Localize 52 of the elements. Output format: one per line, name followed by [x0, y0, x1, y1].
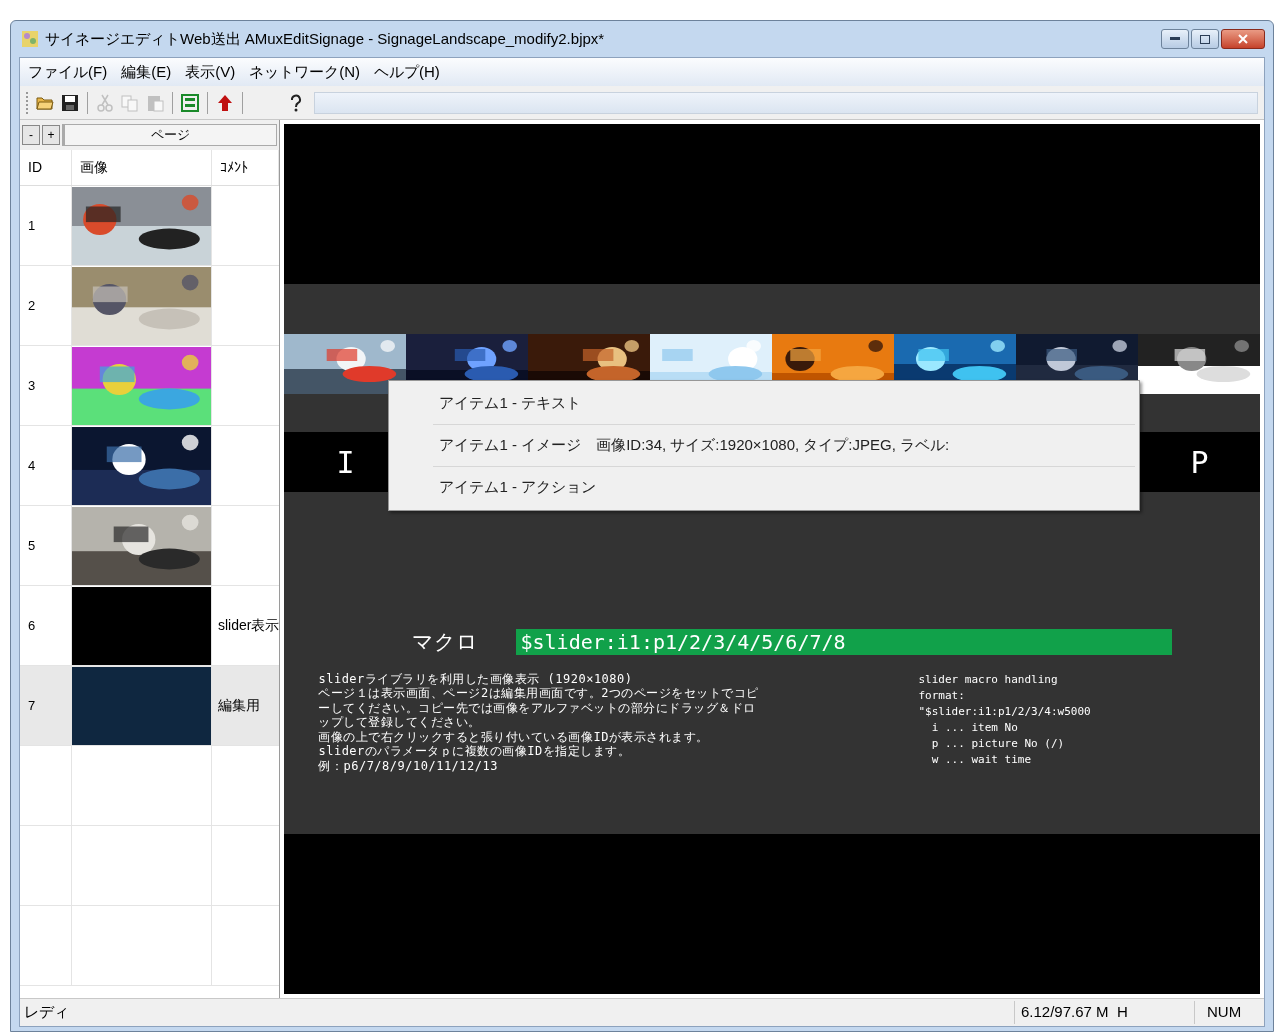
- layout-icon[interactable]: [180, 92, 200, 113]
- table-row[interactable]: 6 slider表示: [20, 586, 280, 666]
- minimize-button[interactable]: [1161, 29, 1189, 49]
- column-header[interactable]: 画像: [72, 150, 212, 185]
- close-button[interactable]: [1221, 29, 1265, 49]
- expand-button[interactable]: +: [42, 125, 60, 145]
- placeholder-letter: I: [336, 443, 355, 482]
- column-header[interactable]: ｺﾒﾝﾄ: [212, 150, 280, 185]
- table-row[interactable]: 4: [20, 426, 280, 506]
- macro-label: マクロ: [412, 629, 479, 655]
- context-menu-item[interactable]: アイテム1 - アクション: [389, 467, 1140, 508]
- placeholder-letter: P: [1190, 443, 1209, 482]
- memory-status: 6.12/97.67 M H: [1014, 1001, 1194, 1024]
- help-line: i ... item No: [930, 719, 1019, 736]
- menu-item[interactable]: 編集(E): [115, 60, 178, 84]
- panel-title: ページ: [62, 124, 278, 146]
- menu-item[interactable]: ファイル(F): [22, 60, 114, 84]
- description-line: sliderのパラメータｐに複数の画像IDを指定します。: [318, 744, 632, 759]
- help-line: p ... picture No (/): [930, 735, 1066, 752]
- comment-cell-text: 編集用: [218, 696, 260, 715]
- description-line: ページ１は表示画面、ページ2は編集用画面です。2つのページをセットでコピ: [318, 686, 760, 701]
- status-message: レディ: [23, 1002, 70, 1023]
- help-line: "$slider:i1:p1/2/3/4:w5000: [918, 703, 1091, 720]
- column-header[interactable]: ID: [20, 150, 72, 185]
- minimize-icon: [1170, 37, 1180, 41]
- maximize-button[interactable]: [1191, 29, 1219, 49]
- table-row[interactable]: 5: [20, 506, 280, 586]
- num-lock-status: NUM: [1194, 1001, 1264, 1024]
- maximize-icon: [1200, 34, 1210, 44]
- comment-cell-text: slider表示: [218, 616, 280, 635]
- table-row[interactable]: 7 編集用: [20, 666, 280, 746]
- help-line: format:: [918, 687, 966, 704]
- window-title: サイネージエディトWeb送出 AMuxEditSignage - SignageLandscape_modify2.bjpx*: [45, 28, 605, 49]
- table-row[interactable]: 3: [20, 346, 280, 426]
- table-row[interactable]: 1: [20, 186, 280, 266]
- menu-item[interactable]: 表示(V): [179, 60, 242, 84]
- table-row[interactable]: 2: [20, 266, 280, 346]
- description-line: ーしてください。コピー先では画像をアルファベットの部分にドラッグ＆ドロ: [318, 700, 757, 715]
- description-line: ップして登録してください。: [318, 715, 482, 730]
- help-line: slider macro handling: [918, 671, 1059, 688]
- close-icon: [1238, 34, 1248, 44]
- description-line: 例：p6/7/8/9/10/11/12/13: [318, 758, 499, 773]
- collapse-button[interactable]: -: [22, 125, 40, 145]
- help-line: w ... wait time: [930, 751, 1033, 768]
- context-menu-item[interactable]: アイテム1 - イメージ 画像ID:34, サイズ:1920×1080, タイプ:JPEG, ラベル:: [389, 425, 1140, 466]
- save-icon[interactable]: [60, 92, 80, 113]
- description-line: 画像の上で右クリックすると張り付いている画像IDが表示されます。: [318, 729, 710, 744]
- context-menu-item[interactable]: アイテム1 - テキスト: [389, 383, 1140, 424]
- menu-item[interactable]: ヘルプ(H): [368, 60, 446, 84]
- description-line: sliderライブラリを利用した画像表示 (1920×1080): [318, 671, 634, 686]
- menu-item[interactable]: ネットワーク(N): [243, 60, 366, 84]
- app-icon: [21, 30, 39, 48]
